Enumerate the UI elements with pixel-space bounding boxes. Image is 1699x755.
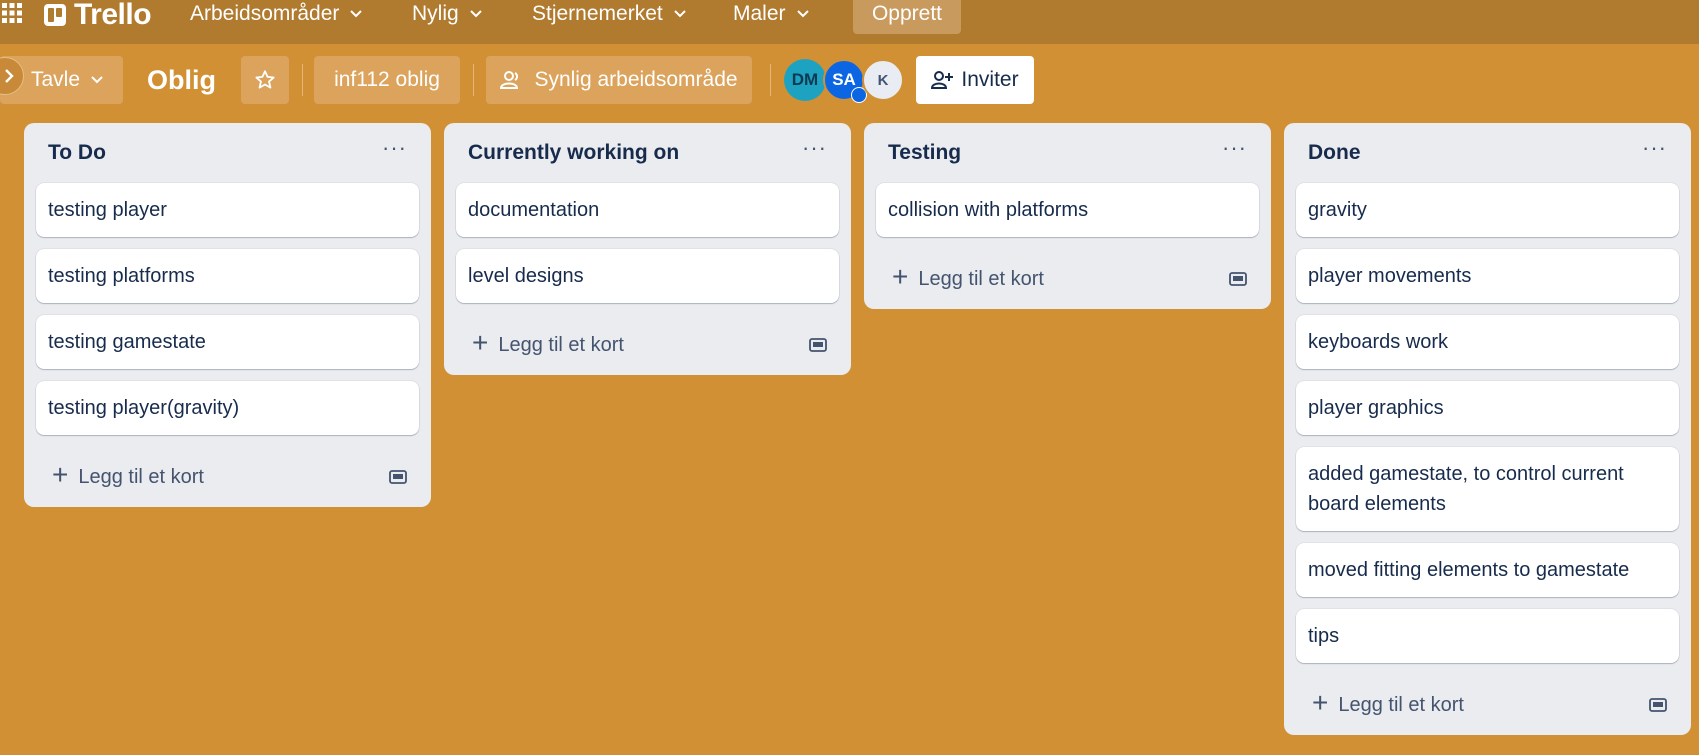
list-to-do: To Do ··· testing player testing platfor… xyxy=(24,123,431,507)
visibility-label: Synlig arbeidsområde xyxy=(534,68,738,91)
add-card-row: + Legg til et kort xyxy=(1296,675,1679,735)
list-done: Done ··· gravity player movements keyboa… xyxy=(1284,123,1691,735)
trello-logo[interactable]: Trello xyxy=(44,0,152,31)
chevron-right-icon xyxy=(5,69,14,83)
card[interactable]: keyboards work xyxy=(1296,315,1679,369)
board-view-label: Tavle xyxy=(30,68,81,91)
add-card-button[interactable]: + Legg til et kort xyxy=(472,329,624,357)
header-divider xyxy=(302,64,303,96)
add-card-row: + Legg til et kort xyxy=(876,249,1259,309)
trello-logo-icon xyxy=(44,4,66,26)
card[interactable]: collision with platforms xyxy=(876,183,1259,237)
list-header: Testing ··· xyxy=(876,123,1259,183)
list-title[interactable]: Testing xyxy=(888,141,961,165)
add-card-label: Legg til et kort xyxy=(918,267,1044,290)
card[interactable]: testing player xyxy=(36,183,419,237)
list-testing: Testing ··· collision with platforms + Le… xyxy=(864,123,1271,309)
nav-templates-menu[interactable]: Maler xyxy=(733,0,810,28)
card-template-icon[interactable] xyxy=(1229,271,1247,287)
card-template-icon[interactable] xyxy=(809,337,827,353)
nav-starred-label: Stjernemerket xyxy=(532,2,663,25)
plus-icon: + xyxy=(1312,687,1329,718)
plus-icon: + xyxy=(892,261,909,292)
apps-grid-icon[interactable] xyxy=(2,3,22,23)
member-avatar[interactable]: K xyxy=(862,59,904,101)
chevron-down-icon xyxy=(796,10,809,18)
nav-starred-menu[interactable]: Stjernemerket xyxy=(532,0,687,28)
more-options-icon[interactable]: ··· xyxy=(802,137,827,163)
card[interactable]: level designs xyxy=(456,249,839,303)
star-board-button[interactable] xyxy=(241,56,289,104)
chevron-down-icon xyxy=(350,10,363,18)
nav-workspaces-menu[interactable]: Arbeidsområder xyxy=(190,0,363,28)
more-options-icon[interactable]: ··· xyxy=(1222,137,1247,163)
add-card-row: + Legg til et kort xyxy=(36,447,419,507)
invite-label: Inviter xyxy=(961,68,1019,91)
card[interactable]: player graphics xyxy=(1296,381,1679,435)
card-template-icon[interactable] xyxy=(389,469,407,485)
card[interactable]: testing gamestate xyxy=(36,315,419,369)
list-title[interactable]: Currently working on xyxy=(468,141,679,165)
card-template-icon[interactable] xyxy=(1649,697,1667,713)
chevron-down-icon xyxy=(674,10,686,18)
top-navigation: Trello Arbeidsområder Nylig Stjernemerke… xyxy=(0,0,1699,44)
card[interactable]: added gamestate, to control current boar… xyxy=(1296,447,1679,531)
nav-recent-menu[interactable]: Nylig xyxy=(412,0,483,28)
add-card-label: Legg til et kort xyxy=(1338,693,1464,716)
more-options-icon[interactable]: ··· xyxy=(382,137,407,163)
nav-recent-label: Nylig xyxy=(412,2,459,25)
invite-button[interactable]: Inviter xyxy=(916,56,1034,104)
list-title[interactable]: Done xyxy=(1308,141,1361,165)
plus-icon: + xyxy=(472,327,489,358)
board-header: Tavle Oblig inf112 oblig Synlig arbeidso… xyxy=(0,56,1699,104)
member-avatar[interactable]: DM xyxy=(784,59,826,101)
card[interactable]: gravity xyxy=(1296,183,1679,237)
list-currently-working-on: Currently working on ··· documentation l… xyxy=(444,123,851,375)
card[interactable]: tips xyxy=(1296,609,1679,663)
trello-logo-text: Trello xyxy=(74,0,152,31)
add-card-row: + Legg til et kort xyxy=(456,315,839,375)
card[interactable]: moved fitting elements to gamestate xyxy=(1296,543,1679,597)
add-card-button[interactable]: + Legg til et kort xyxy=(52,461,204,489)
nav-workspaces-label: Arbeidsområder xyxy=(190,2,340,25)
card[interactable]: player movements xyxy=(1296,249,1679,303)
add-card-button[interactable]: + Legg til et kort xyxy=(892,263,1044,291)
chevron-down-icon xyxy=(91,76,103,84)
list-header: Currently working on ··· xyxy=(456,123,839,183)
card[interactable]: testing platforms xyxy=(36,249,419,303)
list-header: Done ··· xyxy=(1296,123,1679,183)
add-person-icon xyxy=(931,71,954,89)
card[interactable]: testing player(gravity) xyxy=(36,381,419,435)
list-title[interactable]: To Do xyxy=(48,141,106,165)
chevron-down-icon xyxy=(469,10,482,18)
visibility-button[interactable]: Synlig arbeidsområde xyxy=(486,56,752,104)
add-card-label: Legg til et kort xyxy=(78,465,204,488)
workspace-button[interactable]: inf112 oblig xyxy=(314,56,460,104)
people-icon xyxy=(500,71,519,89)
board-title[interactable]: Oblig xyxy=(147,56,216,104)
add-card-button[interactable]: + Legg til et kort xyxy=(1312,689,1464,717)
list-header: To Do ··· xyxy=(36,123,419,183)
header-divider xyxy=(473,64,474,96)
more-options-icon[interactable]: ··· xyxy=(1642,137,1667,163)
card[interactable]: documentation xyxy=(456,183,839,237)
star-icon xyxy=(255,70,275,89)
nav-templates-label: Maler xyxy=(733,2,786,25)
add-card-label: Legg til et kort xyxy=(498,333,624,356)
create-button[interactable]: Opprett xyxy=(853,0,961,34)
header-divider xyxy=(770,64,771,96)
plus-icon: + xyxy=(52,459,69,490)
